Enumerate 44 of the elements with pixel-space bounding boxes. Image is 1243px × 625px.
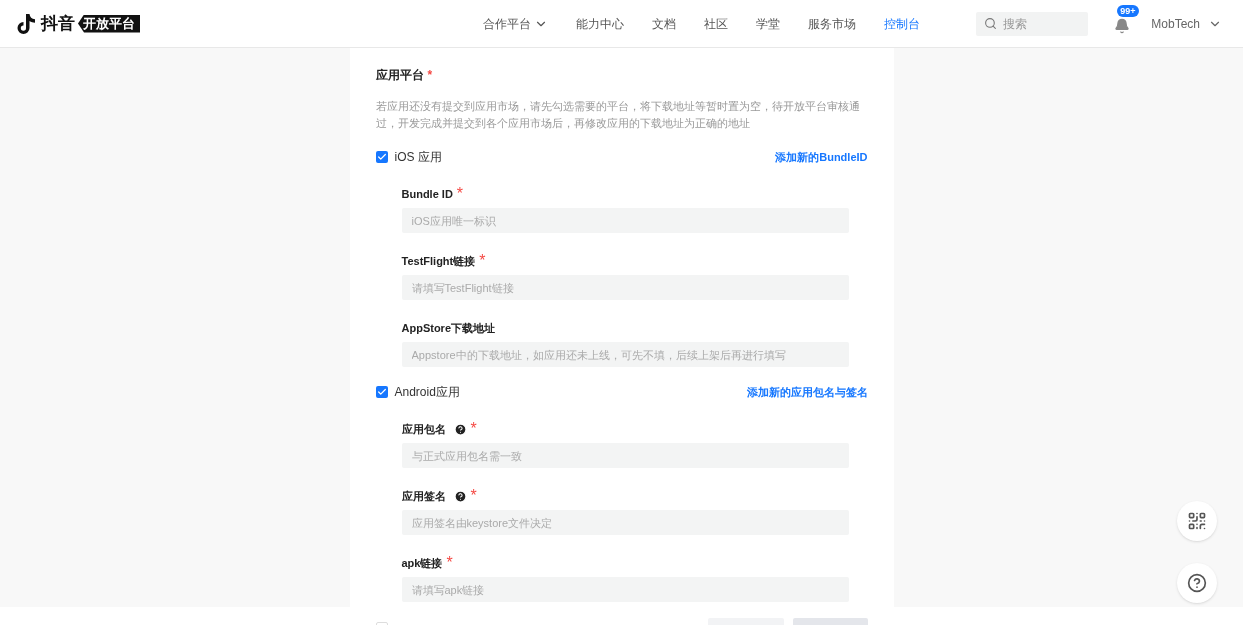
checkbox-label: Android应用 bbox=[394, 384, 460, 401]
nav-link[interactable]: 服务市场 bbox=[808, 14, 857, 33]
help-icon[interactable] bbox=[453, 422, 467, 436]
checkbox[interactable] bbox=[375, 151, 388, 163]
nav-link[interactable]: 文档 bbox=[652, 14, 677, 33]
input-field[interactable]: 应用签名由keystore文件决定 bbox=[401, 510, 849, 535]
notification-badge: 99+ bbox=[1117, 4, 1139, 17]
help-icon[interactable] bbox=[453, 489, 467, 503]
search-field[interactable]: 搜索 bbox=[976, 11, 1089, 36]
logo-text: 抖音 bbox=[41, 12, 75, 35]
qr-code-icon bbox=[1187, 511, 1207, 531]
section-description: 若应用还没有提交到应用市场，请先勾选需要的平台，将下载地址等暂时置为空，待开放平台审核通过，开发完成并提交到各个应用市场后，再修改应用的下载地址为正确的地址 bbox=[375, 99, 861, 131]
nav-link[interactable]: 合作平台 bbox=[483, 14, 549, 33]
user-menu[interactable]: MobTech bbox=[1151, 14, 1222, 33]
field-label: Bundle ID bbox=[401, 186, 453, 202]
qr-code-button[interactable] bbox=[1177, 501, 1217, 541]
field-label: 应用签名 bbox=[401, 488, 446, 504]
section-title: 应用平台 bbox=[375, 68, 424, 82]
field-label: apk链接 bbox=[401, 555, 443, 571]
input-field[interactable]: 请填写apk链接 bbox=[401, 577, 849, 602]
checkbox-label: iOS 应用 bbox=[394, 149, 442, 166]
add-link[interactable]: 添加新的应用包名与签名 bbox=[746, 383, 868, 401]
input-field[interactable]: 请填写TestFlight链接 bbox=[401, 275, 849, 300]
required-mark: * bbox=[470, 486, 477, 506]
nav-link[interactable]: 能力中心 bbox=[576, 14, 625, 33]
help-icon bbox=[1187, 573, 1207, 593]
field-label: 应用包名 bbox=[401, 421, 446, 437]
required-mark: * bbox=[456, 184, 464, 204]
required-mark: * bbox=[479, 251, 486, 271]
input-field[interactable]: Appstore中的下载地址，如应用还未上线，可先不填，后续上架后再进行填写 bbox=[401, 342, 849, 367]
help-button[interactable] bbox=[1177, 563, 1217, 603]
notification-icon[interactable] bbox=[1114, 17, 1131, 34]
add-link[interactable]: 添加新的BundleID bbox=[775, 148, 868, 166]
logo-icon bbox=[16, 12, 36, 35]
nav-link[interactable]: 学堂 bbox=[756, 14, 781, 33]
required-mark: * bbox=[427, 68, 433, 82]
required-mark: * bbox=[470, 419, 477, 439]
logo-badge: 开放平台 bbox=[78, 14, 140, 33]
field-label: TestFlight链接 bbox=[401, 253, 476, 269]
nav-link[interactable]: 社区 bbox=[704, 14, 729, 33]
checkbox[interactable] bbox=[375, 386, 388, 398]
nav-link[interactable]: 控制台 bbox=[884, 14, 921, 33]
required-mark: * bbox=[446, 553, 453, 573]
field-label: AppStore下载地址 bbox=[401, 320, 495, 336]
